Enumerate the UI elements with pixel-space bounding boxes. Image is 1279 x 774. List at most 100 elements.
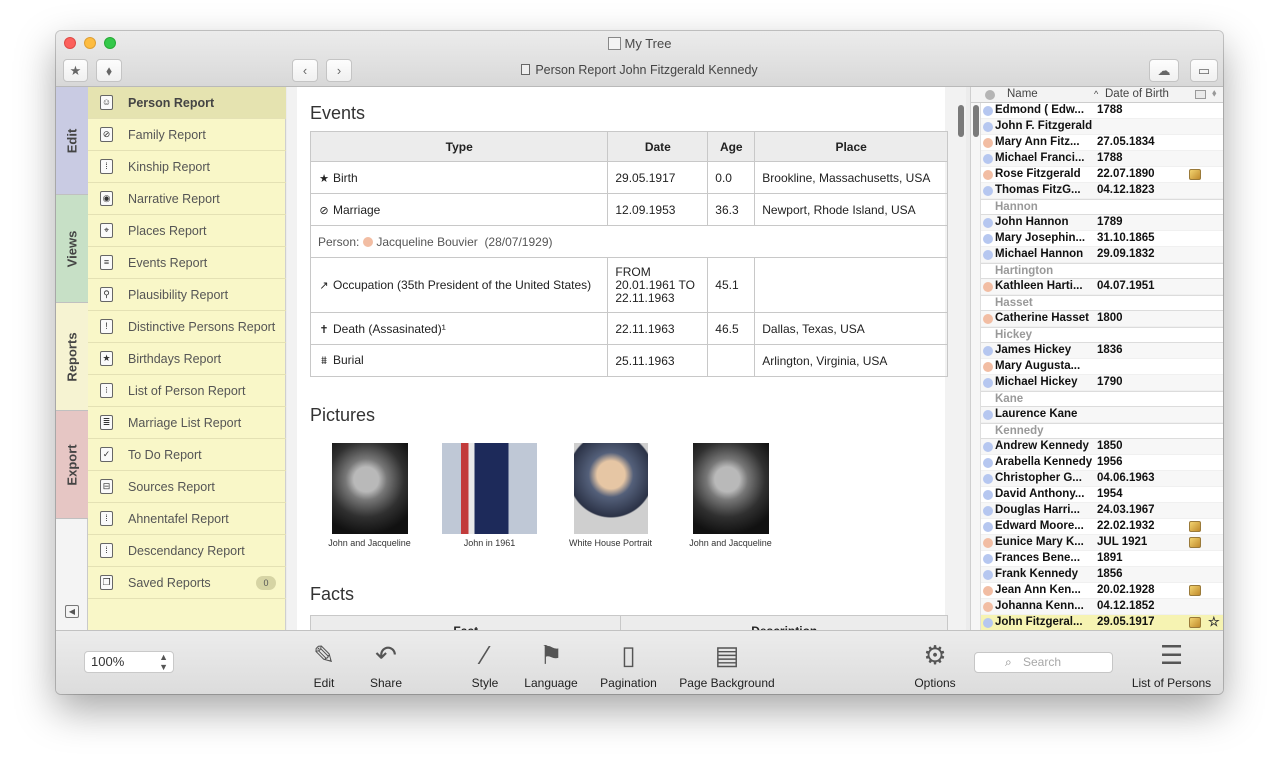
star-icon[interactable]: ☆ [1208, 614, 1220, 630]
date-of-birth-column-header[interactable]: Date of Birth [1105, 88, 1169, 100]
person-row[interactable]: Douglas Harri... 24.03.1967 [981, 503, 1223, 519]
person-row[interactable]: Edward Moore... 22.02.1932 [981, 519, 1223, 535]
report-item-list-of-person[interactable]: ⁝ List of Person Report [88, 375, 286, 407]
person-row[interactable]: Johanna Kenn... 04.12.1852 [981, 599, 1223, 615]
person-row[interactable]: Edmond ( Edw... 1788 [981, 103, 1223, 119]
name-column-header[interactable]: Name [1007, 88, 1038, 100]
person-row[interactable]: Frances Bene... 1891 [981, 551, 1223, 567]
page-background-button[interactable]: ▤ Page Background [678, 639, 776, 690]
person-row[interactable]: Michael Hickey 1790 [981, 375, 1223, 391]
person-group-header[interactable]: Kennedy [981, 423, 1223, 439]
report-item-events[interactable]: ≡ Events Report [88, 247, 286, 279]
person-row[interactable]: Thomas FitzG... 04.12.1823 [981, 183, 1223, 199]
spouse-label: Person: [318, 234, 360, 249]
picture-item[interactable]: John in 1961 [437, 443, 542, 548]
column-header: Description [620, 615, 948, 630]
person-row[interactable]: James Hickey 1836 [981, 343, 1223, 359]
person-birth-date: 22.02.1932 [1097, 520, 1155, 532]
cloud-icon: ☁ [1157, 63, 1171, 78]
cloud-button[interactable]: ☁ [1149, 59, 1179, 82]
style-button[interactable]: ⁄ Style [466, 639, 504, 690]
report-item-to-do[interactable]: ✓ To Do Report [88, 439, 286, 471]
list-of-persons-button[interactable]: ☰ List of Persons [1129, 639, 1214, 690]
report-item-birthdays[interactable]: ★ Birthdays Report [88, 343, 286, 375]
picture-item[interactable]: White House Portrait [553, 443, 668, 548]
tag-column-icon[interactable]: ⬧ [1212, 88, 1217, 99]
report-item-descendancy[interactable]: ⁞ Descendancy Report [88, 535, 286, 567]
person-group-header[interactable]: Hasset [981, 295, 1223, 311]
event-date: FROM 20.01.1961 TO 22.11.1963 [607, 257, 709, 313]
layout-button[interactable]: ▭ [1190, 59, 1218, 82]
report-scrollbar[interactable] [958, 105, 964, 137]
report-item-plausibility[interactable]: ⚲ Plausibility Report [88, 279, 286, 311]
person-row[interactable]: Catherine Hasset 1800 [981, 311, 1223, 327]
spouse-name[interactable]: Jacqueline Bouvier [376, 235, 477, 249]
tab-export[interactable]: Export [56, 411, 88, 519]
stepper-arrows-icon[interactable]: ▲ ▼ [159, 652, 168, 672]
person-name: John Fitzgeral... [995, 616, 1083, 628]
app-window: My Tree ★ ⬧ ‹ › Person Report John Fitzg… [56, 31, 1223, 694]
person-row[interactable]: David Anthony... 1954 [981, 487, 1223, 503]
collapse-sidebar-button[interactable]: ◀ [65, 605, 79, 618]
picture-item[interactable]: John and Jacqueline [312, 443, 427, 548]
person-row[interactable]: Christopher G... 04.06.1963 [981, 471, 1223, 487]
person-row[interactable]: John Fitzgeral... 29.05.1917 ☆ [981, 614, 1223, 630]
person-row[interactable]: Kathleen Harti... 04.07.1951 [981, 279, 1223, 295]
tab-reports[interactable]: Reports [56, 303, 88, 411]
person-row[interactable]: Laurence Kane [981, 407, 1223, 423]
person-row[interactable]: Rose Fitzgerald 22.07.1890 [981, 167, 1223, 183]
report-item-kinship[interactable]: ⁞ Kinship Report [88, 151, 286, 183]
report-item-family[interactable]: ⊘ Family Report [88, 119, 286, 151]
report-label: Family Report [128, 128, 206, 142]
person-row[interactable]: Mary Augusta... [981, 359, 1223, 375]
tab-edit[interactable]: Edit [56, 87, 88, 195]
report-item-marriage-list[interactable]: ≣ Marriage List Report [88, 407, 286, 439]
person-row[interactable]: Arabella Kennedy 1956 [981, 455, 1223, 471]
person-list-scrollbar[interactable] [971, 87, 981, 630]
person-group-header[interactable]: Kane [981, 391, 1223, 407]
event-place: Dallas, Texas, USA [754, 312, 948, 345]
person-name: Eunice Mary K... [995, 536, 1084, 548]
report-item-narrative[interactable]: ◉ Narrative Report [88, 183, 286, 215]
person-group-header[interactable]: Hartington [981, 263, 1223, 279]
person-row[interactable]: Michael Franci... 1788 [981, 151, 1223, 167]
person-row[interactable]: Michael Hannon 29.09.1832 [981, 247, 1223, 263]
person-row[interactable]: Jean Ann Ken... 20.02.1928 [981, 583, 1223, 599]
zoom-stepper[interactable]: 100% ▲ ▼ [84, 651, 174, 673]
person-row[interactable]: Andrew Kennedy 1850 [981, 439, 1223, 455]
report-item-ahnentafel[interactable]: ⁞ Ahnentafel Report [88, 503, 286, 535]
person-row[interactable]: Mary Ann Fitz... 27.05.1834 [981, 135, 1223, 151]
person-row[interactable]: John Hannon 1789 [981, 215, 1223, 231]
report-item-places[interactable]: ⌖ Places Report [88, 215, 286, 247]
person-group-header[interactable]: Hickey [981, 327, 1223, 343]
report-item-saved-reports[interactable]: ❐ Saved Reports 0 [88, 567, 286, 599]
tab-views[interactable]: Views [56, 195, 88, 303]
person-row[interactable]: Frank Kennedy 1856 [981, 567, 1223, 583]
person-row[interactable]: Eunice Mary K... JUL 1921 [981, 535, 1223, 551]
report-item-distinctive-persons[interactable]: ! Distinctive Persons Report [88, 311, 286, 343]
male-person-icon [983, 458, 993, 468]
person-birth-date: 22.07.1890 [1097, 168, 1155, 180]
report-item-person[interactable]: ☺ Person Report [88, 87, 286, 119]
person-group-header[interactable]: Hannon [981, 199, 1223, 215]
window-title-text: My Tree [624, 36, 672, 51]
report-item-sources[interactable]: ⊟ Sources Report [88, 471, 286, 503]
scroll-thumb[interactable] [973, 105, 979, 137]
person-row[interactable]: Mary Josephin... 31.10.1865 [981, 231, 1223, 247]
report-view[interactable]: Events Type Date Age Place ★ Birth 29.05.… [287, 87, 966, 630]
pagination-button[interactable]: ▯ Pagination [596, 639, 661, 690]
kinship-report-icon: ⁞ [100, 159, 113, 174]
sex-column-header[interactable] [985, 90, 995, 100]
magic-wand-icon: ⁄ [482, 640, 488, 670]
person-row[interactable]: John F. Fitzgerald [981, 119, 1223, 135]
share-button[interactable]: ↶ Share [366, 639, 406, 690]
language-button[interactable]: ⚑ Language [522, 639, 580, 690]
plausibility-report-icon: ⚲ [100, 287, 113, 302]
picture-item[interactable]: John and Jacqueline [673, 443, 788, 548]
edit-button[interactable]: ✎ Edit [309, 639, 339, 690]
event-date: 22.11.1963 [607, 312, 709, 345]
options-button[interactable]: ⚙ Options [911, 639, 959, 690]
picture-column-icon[interactable] [1195, 90, 1206, 99]
list-of-persons-label: List of Persons [1131, 676, 1212, 690]
search-input[interactable]: ⌕ Search [974, 652, 1113, 673]
